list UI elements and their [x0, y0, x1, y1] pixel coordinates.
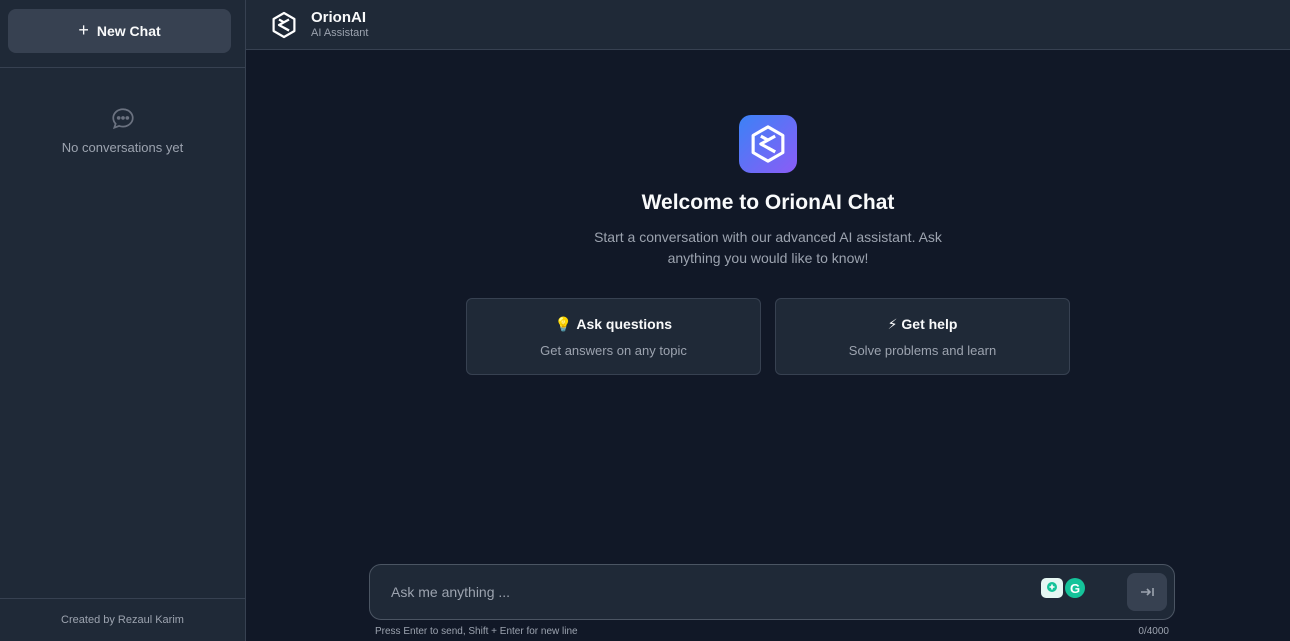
main-panel: OrionAI AI Assistant Welcome to OrionAI …	[246, 0, 1290, 641]
plus-icon: +	[78, 20, 89, 40]
lightning-icon: ⚡	[887, 315, 898, 332]
orion-hero-icon	[751, 125, 785, 163]
header-text: OrionAI AI Assistant	[311, 9, 368, 40]
orion-logo-icon	[272, 11, 296, 38]
empty-conversations-text: No conversations yet	[61, 140, 184, 155]
chat-input-box: G	[369, 564, 1175, 620]
sidebar-footer: Created by Rezaul Karim	[0, 598, 245, 641]
extension-icons: G	[1041, 578, 1085, 598]
welcome-title: Welcome to OrionAI Chat	[641, 191, 895, 214]
new-chat-button[interactable]: + New Chat	[8, 9, 231, 53]
bulb-extension-icon	[1047, 582, 1057, 592]
character-counter: 0/4000	[1138, 626, 1169, 637]
sidebar: + New Chat No conversations yet Created …	[0, 0, 246, 641]
chat-bubble-icon	[111, 108, 134, 130]
suggestion-cards: 💡 Ask questions Get answers on any topic…	[466, 298, 1070, 375]
app-title: OrionAI	[311, 9, 366, 26]
welcome-description: Start a conversation with our advanced A…	[594, 229, 942, 266]
card-description: Get answers on any topic	[540, 342, 687, 358]
conversation-list: No conversations yet	[0, 68, 245, 598]
send-button[interactable]	[1127, 573, 1167, 611]
hero-logo	[739, 115, 797, 173]
chat-input-area: G Press Enter to send, Shift + Enter for…	[369, 564, 1175, 637]
app: + New Chat No conversations yet Created …	[0, 0, 1290, 641]
header: OrionAI AI Assistant	[246, 0, 1290, 50]
lightbulb-icon: 💡	[554, 315, 573, 332]
card-ask-questions[interactable]: 💡 Ask questions Get answers on any topic	[466, 298, 761, 375]
send-icon	[1141, 588, 1154, 596]
card-title-text: Get help	[901, 316, 958, 332]
card-get-help[interactable]: ⚡ Get help Solve problems and learn	[775, 298, 1070, 375]
grammarly-icon[interactable]: G	[1065, 578, 1085, 598]
app-subtitle: AI Assistant	[311, 27, 369, 39]
welcome-section: Welcome to OrionAI Chat Start a conversa…	[246, 50, 1290, 641]
sidebar-top: + New Chat	[0, 0, 245, 68]
card-title: 💡 Ask questions	[555, 316, 672, 333]
input-meta: Press Enter to send, Shift + Enter for n…	[369, 626, 1175, 637]
extension-icon[interactable]	[1041, 578, 1063, 598]
card-title: ⚡ Get help	[888, 316, 958, 333]
new-chat-label: New Chat	[96, 23, 161, 39]
card-description: Solve problems and learn	[848, 342, 997, 358]
input-hint: Press Enter to send, Shift + Enter for n…	[375, 626, 578, 637]
card-title-text: Ask questions	[576, 316, 673, 332]
